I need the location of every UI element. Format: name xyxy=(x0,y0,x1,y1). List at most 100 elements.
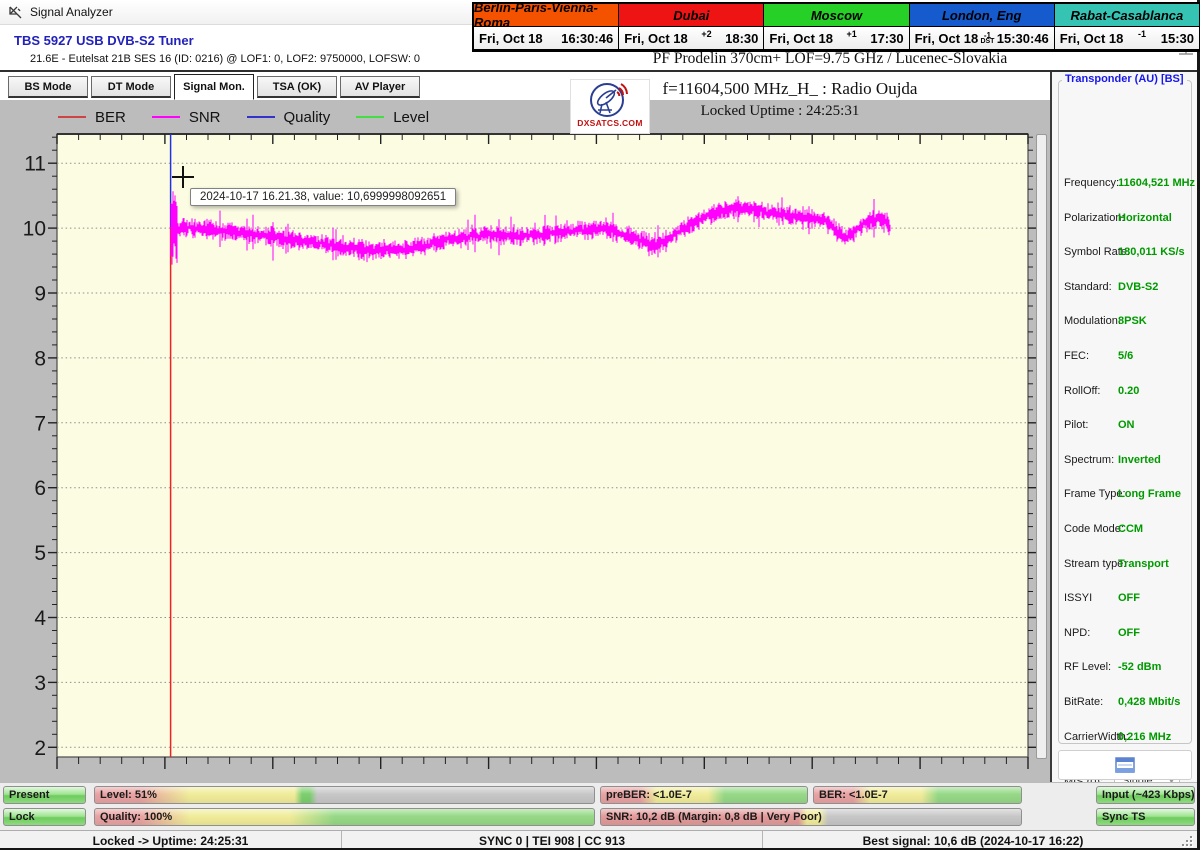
transponder-field-label: NPD: xyxy=(1064,627,1090,639)
transponder-field-value: Horizontal xyxy=(1118,212,1172,224)
transponder-field-value: OFF xyxy=(1118,592,1140,604)
chart-tooltip: 2024-10-17 16.21.38, value: 10,699999809… xyxy=(190,188,456,206)
clock-date: Fri, Oct 18 xyxy=(1060,31,1124,46)
tab-av-player[interactable]: AV Player xyxy=(340,76,420,98)
legend-label: Quality xyxy=(284,109,331,126)
transponder-field-value: 11604,521 MHz xyxy=(1118,177,1195,189)
tab-tsa-ok[interactable]: TSA (OK) xyxy=(257,76,337,98)
transponder-field-label: Frequency: xyxy=(1064,177,1119,189)
transponder-panel: Transponder (AU) [BS] Frequency:11604,52… xyxy=(1050,72,1197,782)
transponder-field-value: 0,216 MHz xyxy=(1118,731,1171,743)
resize-grip[interactable] xyxy=(1182,836,1194,848)
clock-utc-offset: -1DST xyxy=(978,27,997,42)
legend-item-ber: BER xyxy=(58,109,126,126)
tuner-name: TBS 5927 USB DVB-S2 Tuner xyxy=(14,33,194,48)
legend-swatch xyxy=(58,116,86,118)
clock-date: Fri, Oct 18 xyxy=(624,31,688,46)
tab-signal-mon[interactable]: Signal Mon. xyxy=(174,74,254,100)
clock-date: Fri, Oct 18 xyxy=(479,31,543,46)
divider xyxy=(0,70,1197,72)
tab-dt-mode[interactable]: DT Mode xyxy=(91,76,171,98)
legend-swatch xyxy=(152,116,180,118)
transponder-field-label: Polarization: xyxy=(1064,212,1125,224)
clock-utc-offset: -1 xyxy=(1123,29,1160,39)
ts-info-button[interactable] xyxy=(1058,750,1192,780)
legend-label: BER xyxy=(95,109,126,126)
transponder-field-value: Inverted xyxy=(1118,454,1161,466)
plot-area[interactable] xyxy=(57,134,1028,757)
clock-time: 15:30 xyxy=(1161,31,1194,46)
transponder-field-value: Long Frame xyxy=(1118,488,1181,500)
app-window: Signal Analyzer Berlin-Paris-Vienna-Roma… xyxy=(0,0,1200,850)
clock-time-cell: Fri, Oct 18 16:30:46 xyxy=(474,27,618,49)
legend-swatch xyxy=(356,116,384,118)
world-clock-table: Berlin-Paris-Vienna-RomaDubaiMoscowLondo… xyxy=(472,2,1200,52)
legend-item-quality: Quality xyxy=(247,109,331,126)
transponder-field-value: DVB-S2 xyxy=(1118,281,1158,293)
transponder-field-value: 0,428 Mbit/s xyxy=(1118,696,1180,708)
transponder-field-label: Standard: xyxy=(1064,281,1112,293)
legend-label: Level xyxy=(393,109,429,126)
sync-ts-badge: Sync TS xyxy=(1096,808,1195,826)
clock-city-header: Dubai xyxy=(619,4,763,26)
clock-utc-offset: +2 xyxy=(688,29,725,39)
ber-meter: BER: <1.0E-7 xyxy=(813,786,1022,804)
clock-city-header: Rabat-Casablanca xyxy=(1055,4,1199,26)
transponder-field-label: RF Level: xyxy=(1064,661,1111,673)
legend-item-level: Level xyxy=(356,109,429,126)
transponder-field-label: FEC: xyxy=(1064,350,1089,362)
clock-time-cell: Fri, Oct 18+218:30 xyxy=(619,27,763,49)
transponder-title: Transponder (AU) [BS] xyxy=(1062,73,1187,85)
app-icon xyxy=(8,5,23,20)
tab-strip: BS ModeDT ModeSignal Mon.TSA (OK)AV Play… xyxy=(8,76,420,102)
site-description: PF Prodelin 370cm+ LOF=9.75 GHz / Lucene… xyxy=(600,50,1060,68)
transponder-field-label: Stream type: xyxy=(1064,558,1126,570)
clock-date: Fri, Oct 18 xyxy=(769,31,833,46)
preber-meter: preBER: <1.0E-7 xyxy=(600,786,808,804)
transponder-field-label: ISSYI xyxy=(1064,592,1092,604)
transponder-field-label: Pilot: xyxy=(1064,419,1088,431)
clock-dst-offset: -1DST xyxy=(980,33,994,45)
window-list-icon xyxy=(1115,757,1135,773)
clock-city-header: Berlin-Paris-Vienna-Roma xyxy=(474,4,618,26)
transponder-field-value: 8PSK xyxy=(1118,315,1147,327)
clock-time: 16:30:46 xyxy=(561,31,613,46)
transponder-field-value: OFF xyxy=(1118,627,1140,639)
lock-badge: Lock xyxy=(3,808,86,826)
chart-scrollbar[interactable] xyxy=(1036,134,1047,759)
dxsatcs-logo: DXSATCS.COM xyxy=(570,79,650,134)
transponder-field-value: 0.20 xyxy=(1118,385,1139,397)
transponder-field-label: BitRate: xyxy=(1064,696,1103,708)
statusbar: Locked -> Uptime: 24:25:31 SYNC 0 | TEI … xyxy=(0,830,1197,850)
transponder-field-value: 5/6 xyxy=(1118,350,1133,362)
chart-legend: BER SNR Quality Level xyxy=(58,106,429,128)
present-badge: Present xyxy=(3,786,86,804)
clock-time: 15:30:46 xyxy=(997,31,1049,46)
quality-meter: Quality: 100% xyxy=(94,808,595,826)
snr-meter: SNR: 10,2 dB (Margin: 0,8 dB | Very Poor… xyxy=(600,808,1022,826)
transponder-field-value: CCM xyxy=(1118,523,1143,535)
clock-time: 17:30 xyxy=(870,31,903,46)
clock-time-cell: Fri, Oct 18-115:30 xyxy=(1055,27,1199,49)
level-meter: Level: 51% xyxy=(94,786,595,804)
input-rate-badge: Input (~423 Kbps) xyxy=(1096,786,1195,804)
clock-time-cell: Fri, Oct 18-1DST15:30:46 xyxy=(910,27,1054,49)
legend-swatch xyxy=(247,116,275,118)
clock-city-header: London, Eng xyxy=(910,4,1054,26)
transponder-field-label: Modulation: xyxy=(1064,315,1121,327)
window-title: Signal Analyzer xyxy=(30,5,113,19)
transponder-field-label: Code Mode: xyxy=(1064,523,1124,535)
clock-city-header: Moscow xyxy=(764,4,908,26)
clock-utc-offset: +1 xyxy=(833,29,870,39)
tab-bs-mode[interactable]: BS Mode xyxy=(8,76,88,98)
tuner-details: 21.6E - Eutelsat 21B SES 16 (ID: 0216) @… xyxy=(30,53,420,65)
legend-label: SNR xyxy=(189,109,221,126)
clock-date: Fri, Oct 18 xyxy=(915,31,979,46)
transponder-field-value: ON xyxy=(1118,419,1135,431)
transponder-field-value: Transport xyxy=(1118,558,1169,570)
clock-time: 18:30 xyxy=(725,31,758,46)
satellite-dish-icon xyxy=(588,80,632,120)
clock-time-cell: Fri, Oct 18+117:30 xyxy=(764,27,908,49)
logo-text: DXSATCS.COM xyxy=(577,118,642,128)
transponder-field-label: RollOff: xyxy=(1064,385,1100,397)
